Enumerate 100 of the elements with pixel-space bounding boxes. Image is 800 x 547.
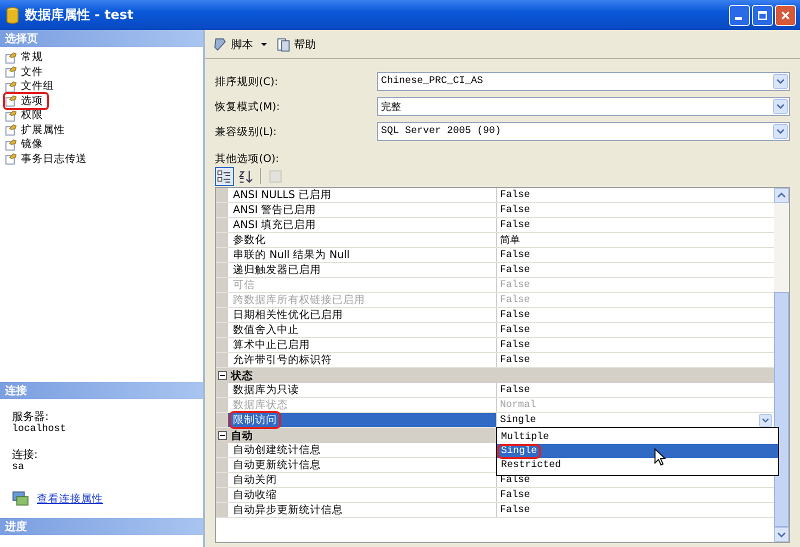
dropdown-field[interactable]: Chinese_PRC_CI_AS [377, 72, 790, 91]
dropdown-option[interactable]: Single [497, 444, 778, 458]
property-name-text: 自动更新统计信息 [232, 458, 322, 472]
dropdown-option[interactable]: Multiple [497, 430, 778, 444]
property-value: False [500, 264, 532, 276]
connection-properties-link[interactable]: 查看连接属性 [37, 492, 103, 506]
property-value: False [500, 384, 532, 396]
property-value: False [500, 490, 532, 500]
row-header [216, 338, 228, 352]
property-name[interactable]: 自动收缩 [228, 488, 497, 502]
sidebar-item[interactable]: 文件 [5, 64, 47, 79]
property-name[interactable]: 数值舍入中止 [228, 323, 497, 337]
property-name[interactable]: ANSI NULLS 已启用 [228, 188, 497, 202]
caret-icon [260, 40, 268, 48]
property-name-text: 日期相关性优化已启用 [232, 308, 344, 322]
dropdown-option[interactable]: Restricted [497, 458, 778, 472]
script-icon [213, 36, 228, 52]
row-header [216, 323, 228, 337]
other-options-label: 其他选项(O): [215, 152, 280, 166]
help-book-icon [276, 36, 291, 52]
scroll-down-icon[interactable] [774, 527, 789, 542]
maximize-icon [757, 10, 768, 20]
property-name[interactable]: 自动异步更新统计信息 [228, 503, 497, 517]
property-name[interactable]: 递归触发器已启用 [228, 263, 497, 277]
property-value: False [500, 324, 532, 336]
property-value: Normal [500, 400, 538, 410]
property-name-text: 限制访问 [231, 413, 279, 427]
sidebar-item[interactable]: 常规 [5, 50, 47, 64]
page-icon [5, 94, 18, 108]
property-name[interactable]: 自动更新统计信息 [228, 458, 497, 472]
row-header [216, 398, 228, 412]
property-name[interactable]: 自动创建统计信息 [228, 443, 497, 457]
sidebar-item[interactable]: 事务日志传送 [5, 152, 91, 166]
property-name-text: ANSI NULLS 已启用 [232, 188, 332, 202]
server-label: 服务器: [12, 409, 50, 424]
property-name-text: 数值舍入中止 [232, 323, 300, 337]
property-name-text: 自动异步更新统计信息 [232, 503, 344, 517]
minimize-button[interactable] [729, 4, 750, 26]
row-header [216, 233, 228, 247]
property-name-text: ANSI 填充已启用 [232, 218, 318, 232]
property-name[interactable]: 自动关闭 [228, 473, 497, 487]
page-icon [5, 65, 18, 78]
field-label: 排序规则(C): [215, 74, 280, 88]
categorized-icon [217, 168, 232, 184]
scrollbar[interactable] [774, 188, 789, 542]
maximize-button[interactable] [752, 4, 773, 26]
option-text: Restricted [500, 460, 562, 470]
row-header [216, 263, 228, 277]
property-name[interactable]: 允许带引号的标识符 [228, 353, 497, 367]
property-name-text: 递归触发器已启用 [232, 263, 322, 277]
sidebar-item[interactable]: 权限 [5, 108, 47, 122]
row-header [216, 218, 228, 232]
row-header [216, 278, 228, 292]
script-button[interactable]: 脚本 [211, 34, 270, 54]
category-header: 状态 [231, 368, 253, 382]
collapse-icon[interactable] [218, 431, 227, 440]
sidebar-item[interactable]: 扩展属性 [5, 122, 69, 137]
sidebar-item[interactable]: 镜像 [5, 137, 47, 152]
field-label: 兼容级别(L): [215, 124, 278, 138]
page-icon [5, 123, 18, 136]
category-header: 自动 [231, 428, 253, 442]
property-name-text: 参数化 [232, 233, 267, 247]
property-name[interactable]: 日期相关性优化已启用 [228, 308, 497, 322]
close-button[interactable] [775, 4, 796, 26]
property-value: False [500, 190, 532, 200]
row-header [216, 503, 228, 517]
property-value: False [500, 280, 532, 290]
categorized-button[interactable] [215, 166, 234, 186]
mouse-pointer-icon [654, 448, 666, 466]
property-name[interactable]: 限制访问 [228, 413, 497, 427]
property-name[interactable]: 算术中止已启用 [228, 338, 497, 352]
help-button[interactable]: 帮助 [274, 34, 318, 54]
computer-icon [12, 491, 29, 506]
property-name[interactable]: 数据库为只读 [228, 383, 497, 397]
row-header [216, 458, 228, 472]
property-value: False [500, 310, 532, 320]
row-header [216, 308, 228, 322]
dropdown-field[interactable]: 完整 [377, 97, 790, 116]
sidebar-item[interactable]: 文件组 [5, 79, 58, 94]
sidebar-item[interactable]: 选项 [5, 94, 47, 108]
scroll-thumb[interactable] [774, 292, 789, 527]
close-icon [780, 10, 791, 20]
property-value: False [500, 220, 532, 230]
property-name-text: 可信 [232, 278, 256, 292]
row-header [216, 293, 228, 307]
property-name-text: 自动关闭 [232, 473, 278, 487]
panel-header: 进度 [0, 518, 203, 535]
property-value: False [500, 354, 532, 366]
property-value: False [500, 204, 532, 216]
property-name[interactable]: 参数化 [228, 233, 497, 247]
property-name[interactable]: ANSI 填充已启用 [228, 218, 497, 232]
dropdown-field[interactable]: SQL Server 2005 (90) [377, 122, 790, 141]
property-value: False [500, 294, 532, 306]
scroll-up-icon[interactable] [774, 188, 789, 203]
property-value: 简单 [500, 234, 521, 247]
property-name-text: 串联的 Null 结果为 Null [232, 248, 351, 262]
collapse-icon[interactable] [218, 371, 227, 380]
minimize-icon [734, 17, 742, 20]
property-name[interactable]: 串联的 Null 结果为 Null [228, 248, 497, 262]
property-name[interactable]: ANSI 警告已启用 [228, 203, 497, 217]
